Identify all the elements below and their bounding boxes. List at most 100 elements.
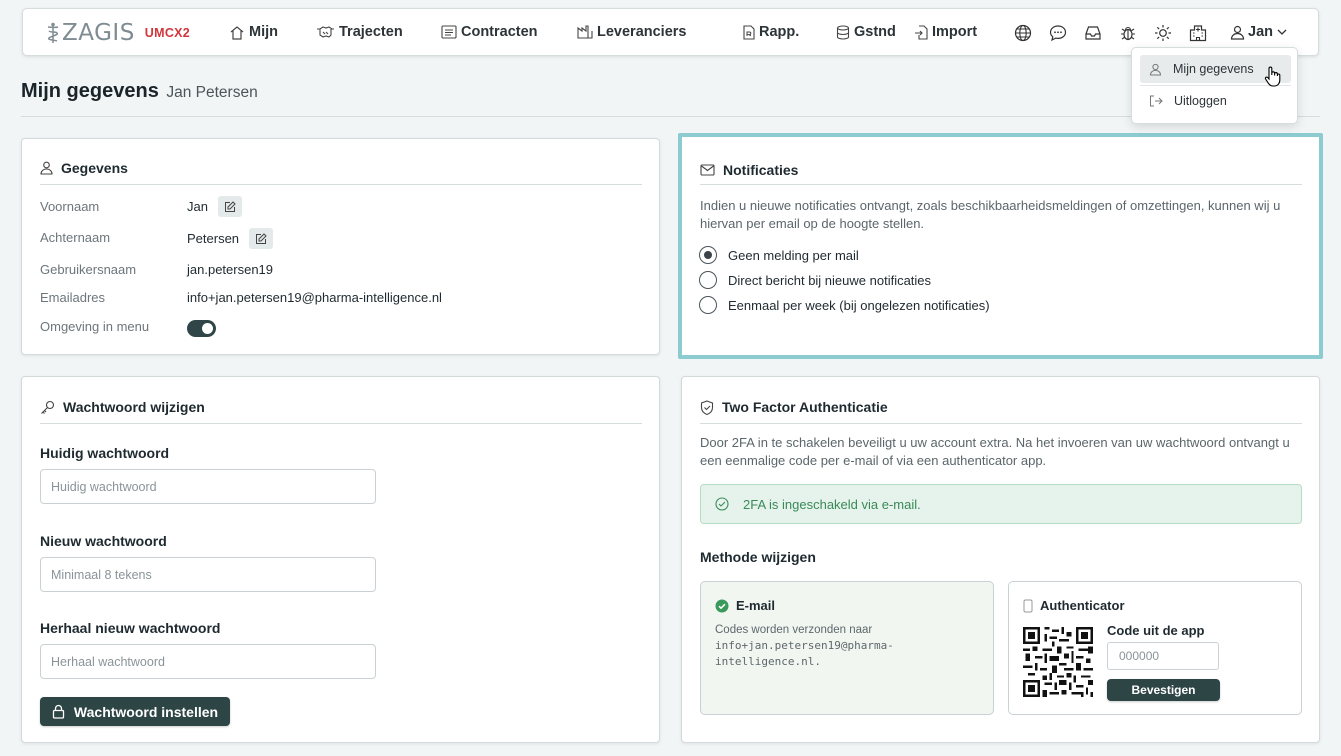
user-name: Jan <box>1248 24 1273 40</box>
inbox-icon[interactable] <box>1084 24 1102 42</box>
page-title: Mijn gegevens Jan Petersen <box>21 80 258 103</box>
nav-trajecten[interactable]: Trajecten <box>316 24 403 40</box>
chat-icon[interactable] <box>1049 24 1067 42</box>
methode-wijzigen-title: Methode wijzigen <box>700 549 816 565</box>
gebruikersnaam-label: Gebruikersnaam <box>40 262 137 277</box>
radio-direct-bericht[interactable]: Direct bericht bij nieuwe notificaties <box>699 271 931 289</box>
radio-label: Geen melding per mail <box>728 247 859 263</box>
gebruikersnaam-value: jan.petersen19 <box>187 262 274 277</box>
hand-cursor-icon <box>1264 66 1281 87</box>
factory-icon <box>577 25 593 39</box>
nieuw-wachtwoord-label: Nieuw wachtwoord <box>40 533 167 549</box>
authenticator-code-input[interactable] <box>1107 642 1219 670</box>
page-subtitle: Jan Petersen <box>166 84 258 101</box>
email-method-label: E-mail <box>736 598 776 613</box>
authenticator-method-label: Authenticator <box>1040 598 1125 613</box>
globe-icon[interactable] <box>1014 24 1032 42</box>
dropdown-item-label: Mijn gegevens <box>1173 62 1254 76</box>
dropdown-item-label: Uitloggen <box>1174 94 1227 108</box>
lock-icon <box>52 704 65 719</box>
nieuw-wachtwoord-input[interactable] <box>40 557 376 592</box>
hospital-icon[interactable] <box>1189 24 1207 42</box>
radio-label: Eenmaal per week (bij ongelezen notifica… <box>728 297 990 313</box>
huidig-wachtwoord-label: Huidig wachtwoord <box>40 445 170 461</box>
emailadres-label: Emailadres <box>40 290 106 305</box>
nav-contracten-label: Contracten <box>461 24 538 40</box>
radio-eenmaal-per-week[interactable]: Eenmaal per week (bij ongelezen notifica… <box>699 296 990 314</box>
edit-voornaam-button[interactable] <box>217 196 242 217</box>
wachtwoord-instellen-label: Wachtwoord instellen <box>73 703 219 720</box>
nav-leveranciers-label: Leveranciers <box>597 24 687 40</box>
twofa-card-header: Two Factor Authenticatie <box>700 399 888 415</box>
radio-button[interactable] <box>699 296 717 314</box>
sun-icon[interactable] <box>1154 24 1172 42</box>
radio-button[interactable] <box>699 271 717 289</box>
handshake-icon <box>317 26 334 38</box>
wachtwoord-instellen-button[interactable]: Wachtwoord instellen <box>40 697 230 726</box>
bug-icon[interactable] <box>1119 24 1137 42</box>
authenticator-code-label: Code uit de app <box>1107 623 1205 638</box>
notificaties-card-header: Notificaties <box>700 162 798 178</box>
gegevens-card-header: Gegevens <box>40 160 128 176</box>
notificaties-title: Notificaties <box>723 162 799 178</box>
nav-gstnd[interactable]: Gstnd <box>836 24 896 40</box>
gegevens-title: Gegevens <box>61 160 128 176</box>
user-menu-toggle[interactable]: Jan <box>1230 24 1288 40</box>
notificaties-description: Indien u nieuwe notificaties ontvangt, z… <box>700 198 1281 231</box>
title-divider <box>21 116 1320 117</box>
brand[interactable]: ZAGIS UMCX2 <box>45 20 190 46</box>
check-circle-icon <box>715 497 729 511</box>
voornaam-value: Jan <box>187 196 242 217</box>
huidig-wachtwoord-input[interactable] <box>40 469 376 504</box>
email-method-text: Codes worden verzonden naar info+jan.pet… <box>715 622 985 670</box>
nav-trajecten-label: Trajecten <box>339 24 403 40</box>
card-divider <box>40 423 642 424</box>
edit-achternaam-button[interactable] <box>249 228 274 249</box>
report-file-icon <box>743 24 755 40</box>
wachtwoord-card-header: Wachtwoord wijzigen <box>40 399 205 415</box>
bevestigen-button[interactable]: Bevestigen <box>1107 679 1220 701</box>
authenticator-method-box[interactable]: Authenticator Code uit de app 000000 Bev… <box>1008 581 1302 715</box>
voornaam-text: Jan <box>187 199 208 214</box>
chevron-down-icon <box>1277 29 1287 35</box>
achternaam-label: Achternaam <box>40 230 111 245</box>
radio-label: Direct bericht bij nieuwe notificaties <box>728 272 932 288</box>
document-list-icon <box>441 25 457 39</box>
achternaam-value: Petersen <box>187 228 274 249</box>
logout-icon <box>1150 95 1163 107</box>
key-icon <box>41 400 55 414</box>
page-title-text: Mijn gegevens <box>21 80 159 102</box>
database-icon <box>836 24 850 40</box>
twofa-description: Door 2FA in te schakelen beveiligt u uw … <box>700 435 1290 468</box>
card-divider <box>700 423 1302 424</box>
brand-environment: UMCX2 <box>144 26 191 40</box>
user-icon <box>1149 63 1162 75</box>
gegevens-card: Gegevens Voornaam Jan Achternaam Peterse… <box>21 138 660 355</box>
herhaal-wachtwoord-input[interactable] <box>40 644 376 679</box>
omgeving-toggle[interactable] <box>187 320 216 337</box>
wachtwoord-card: Wachtwoord wijzigen Huidig wachtwoord Ni… <box>21 376 660 743</box>
qr-code-icon <box>1023 627 1093 697</box>
edit-icon <box>224 200 236 212</box>
email-method-box[interactable]: E-mail Codes worden verzonden naar info+… <box>700 581 994 715</box>
nav-rapp-label: Rapp. <box>759 24 800 40</box>
user-icon <box>40 161 53 175</box>
check-circle-filled-icon <box>715 599 729 612</box>
card-divider <box>700 184 1302 185</box>
emailadres-value: info+jan.petersen19@pharma-intelligence.… <box>187 290 442 305</box>
nav-mijn[interactable]: Mijn <box>229 24 278 40</box>
bevestigen-label: Bevestigen <box>1131 683 1196 697</box>
nav-import[interactable]: Import <box>914 24 977 40</box>
achternaam-text: Petersen <box>187 231 240 246</box>
radio-button[interactable] <box>699 246 717 264</box>
brand-logo: ZAGIS <box>45 20 135 46</box>
brand-name: ZAGIS <box>62 20 135 46</box>
dropdown-item-uitloggen[interactable]: Uitloggen <box>1140 87 1291 115</box>
email-method-description: Codes worden verzonden naar <box>715 624 873 636</box>
herhaal-wachtwoord-label: Herhaal nieuw wachtwoord <box>40 620 221 636</box>
radio-geen-melding[interactable]: Geen melding per mail <box>699 246 859 264</box>
nav-leveranciers[interactable]: Leveranciers <box>577 24 686 40</box>
nav-rapp[interactable]: Rapp. <box>743 24 799 40</box>
email-method-title: E-mail <box>715 598 775 613</box>
nav-contracten[interactable]: Contracten <box>441 24 538 40</box>
